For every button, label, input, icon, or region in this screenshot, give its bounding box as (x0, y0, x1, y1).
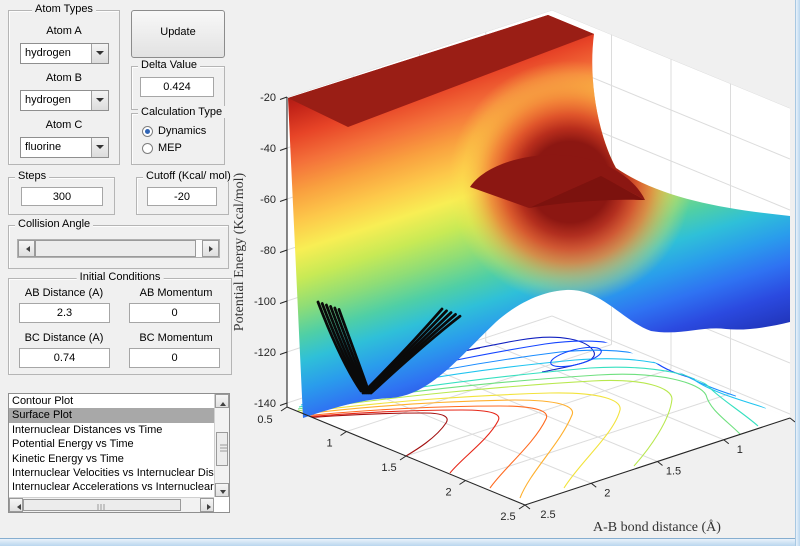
list-item[interactable]: Contour Plot (9, 394, 214, 408)
list-item-selected[interactable]: Surface Plot (9, 408, 214, 422)
atom-a-value: hydrogen (25, 47, 71, 59)
thumb-grip-icon (220, 445, 227, 454)
chevron-down-icon[interactable] (91, 138, 108, 157)
atom-b-value: hydrogen (25, 94, 71, 106)
z-tick-label: -140 (254, 398, 276, 410)
bc-tick-label: 2.5 (500, 511, 515, 523)
ab-distance-input[interactable] (19, 303, 110, 323)
z-tick-label: -40 (260, 143, 276, 155)
arrow-right-icon (207, 504, 214, 510)
slider-right-arrow[interactable] (202, 240, 219, 257)
atom-a-dropdown[interactable]: hydrogen (20, 43, 109, 64)
window-right-edge (795, 0, 800, 546)
cutoff-title: Cutoff (Kcal/ mol) (143, 170, 234, 182)
bc-momentum-input[interactable] (129, 348, 220, 368)
atom-b-label: Atom B (9, 72, 119, 84)
list-item[interactable]: Internuclear Velocities vs Internuclear … (9, 466, 214, 480)
calculation-type-title: Calculation Type (138, 106, 225, 118)
initial-conditions-title: Initial Conditions (77, 271, 164, 283)
surface-plot-area: -20 -40 -60 -80 -100 -120 -140 0.5 1 1.5 2 2.5 2.5 2 1… (232, 0, 800, 546)
cutoff-input[interactable] (147, 187, 217, 206)
bc-tick-label: 0.5 (257, 414, 272, 426)
bc-tick-label: 2 (445, 487, 451, 499)
bc-distance-label: BC Distance (A) (13, 332, 115, 344)
x-axis-label: A-B bond distance (Å) (593, 519, 721, 535)
atom-c-label: Atom C (9, 119, 119, 131)
collision-angle-slider[interactable] (17, 239, 220, 258)
app-window: Atom Types Atom A hydrogen Atom B hydrog… (0, 0, 800, 546)
radio-mep-label: MEP (158, 142, 182, 154)
delta-value-group: Delta Value (131, 66, 225, 110)
collision-angle-group: Collision Angle (8, 225, 229, 269)
plot-type-items: Contour Plot Surface Plot Internuclear D… (9, 394, 214, 497)
arrow-up-icon (220, 399, 226, 406)
list-item[interactable]: Potential Energy vs Time (9, 437, 214, 451)
cutoff-group: Cutoff (Kcal/ mol) (136, 177, 229, 215)
update-button[interactable]: Update (131, 10, 225, 58)
atom-a-label: Atom A (9, 25, 119, 37)
calculation-type-group: Calculation Type Dynamics MEP (131, 113, 225, 165)
z-tick-label: -80 (260, 245, 276, 257)
arrow-left-icon (14, 504, 21, 510)
slider-thumb[interactable] (35, 240, 196, 257)
atom-b-dropdown[interactable]: hydrogen (20, 90, 109, 111)
scroll-down-button[interactable] (215, 483, 229, 497)
atom-c-value: fluorine (25, 141, 61, 153)
slider-left-arrow[interactable] (18, 240, 35, 257)
radio-selected-icon[interactable] (142, 126, 153, 137)
list-item[interactable]: Internuclear Accelerations vs Internucle… (9, 480, 214, 494)
arrow-right-icon (209, 246, 216, 252)
list-item[interactable]: Internuclear Distances vs Time (9, 423, 214, 437)
chevron-down-icon[interactable] (91, 44, 108, 63)
z-tick-label: -20 (260, 92, 276, 104)
scroll-right-button[interactable] (200, 498, 214, 512)
z-tick-label: -120 (254, 347, 276, 359)
ab-momentum-input[interactable] (129, 303, 220, 323)
z-axis-label: Potential Energy (Kcal/mol) (232, 172, 247, 331)
bc-tick-label: 1.5 (381, 462, 396, 474)
steps-input[interactable] (21, 187, 103, 206)
steps-title: Steps (15, 170, 49, 182)
scroll-left-button[interactable] (9, 498, 23, 512)
steps-group: Steps (8, 177, 115, 215)
delta-value-input[interactable] (140, 77, 214, 97)
scroll-up-button[interactable] (215, 394, 229, 408)
horizontal-scroll-thumb[interactable] (23, 499, 181, 511)
atom-types-group: Atom Types Atom A hydrogen Atom B hydrog… (8, 10, 120, 165)
window-bottom-edge (0, 538, 800, 546)
ab-tick-label: 1.5 (666, 466, 681, 478)
z-tick-label: -100 (254, 296, 276, 308)
atom-c-dropdown[interactable]: fluorine (20, 137, 109, 158)
vertical-scroll-thumb[interactable] (216, 432, 228, 466)
ab-momentum-label: AB Momentum (125, 287, 227, 299)
ab-distance-label: AB Distance (A) (13, 287, 115, 299)
radio-mep[interactable]: MEP (142, 142, 218, 155)
radio-unselected-icon[interactable] (142, 143, 153, 154)
surface-plot-canvas[interactable]: -20 -40 -60 -80 -100 -120 -140 0.5 1 1.5 2 2.5 2.5 2 1… (232, 0, 800, 546)
bc-distance-input[interactable] (19, 348, 110, 368)
radio-dynamics-label: Dynamics (158, 125, 206, 137)
horizontal-scrollbar[interactable] (9, 497, 214, 512)
ab-tick-label: 2 (604, 487, 610, 499)
chevron-down-icon[interactable] (91, 91, 108, 110)
ab-tick-label: 2.5 (540, 509, 555, 521)
z-tick-label: -60 (260, 194, 276, 206)
delta-value-title: Delta Value (138, 59, 200, 71)
bc-momentum-label: BC Momentum (125, 332, 227, 344)
thumb-grip-icon (98, 504, 107, 510)
vertical-scrollbar[interactable] (214, 394, 229, 497)
collision-angle-title: Collision Angle (15, 218, 93, 230)
ab-tick-label: 1 (737, 444, 743, 456)
radio-dynamics[interactable]: Dynamics (142, 125, 218, 138)
atom-types-title: Atom Types (32, 3, 96, 15)
initial-conditions-group: Initial Conditions AB Distance (A) AB Mo… (8, 278, 232, 375)
bc-tick-label: 1 (326, 438, 332, 450)
arrow-left-icon (23, 246, 30, 252)
list-item[interactable]: Kinetic Energy vs Time (9, 452, 214, 466)
arrow-down-icon (220, 490, 226, 497)
update-button-label: Update (160, 26, 195, 38)
plot-type-listbox[interactable]: Contour Plot Surface Plot Internuclear D… (8, 393, 230, 513)
